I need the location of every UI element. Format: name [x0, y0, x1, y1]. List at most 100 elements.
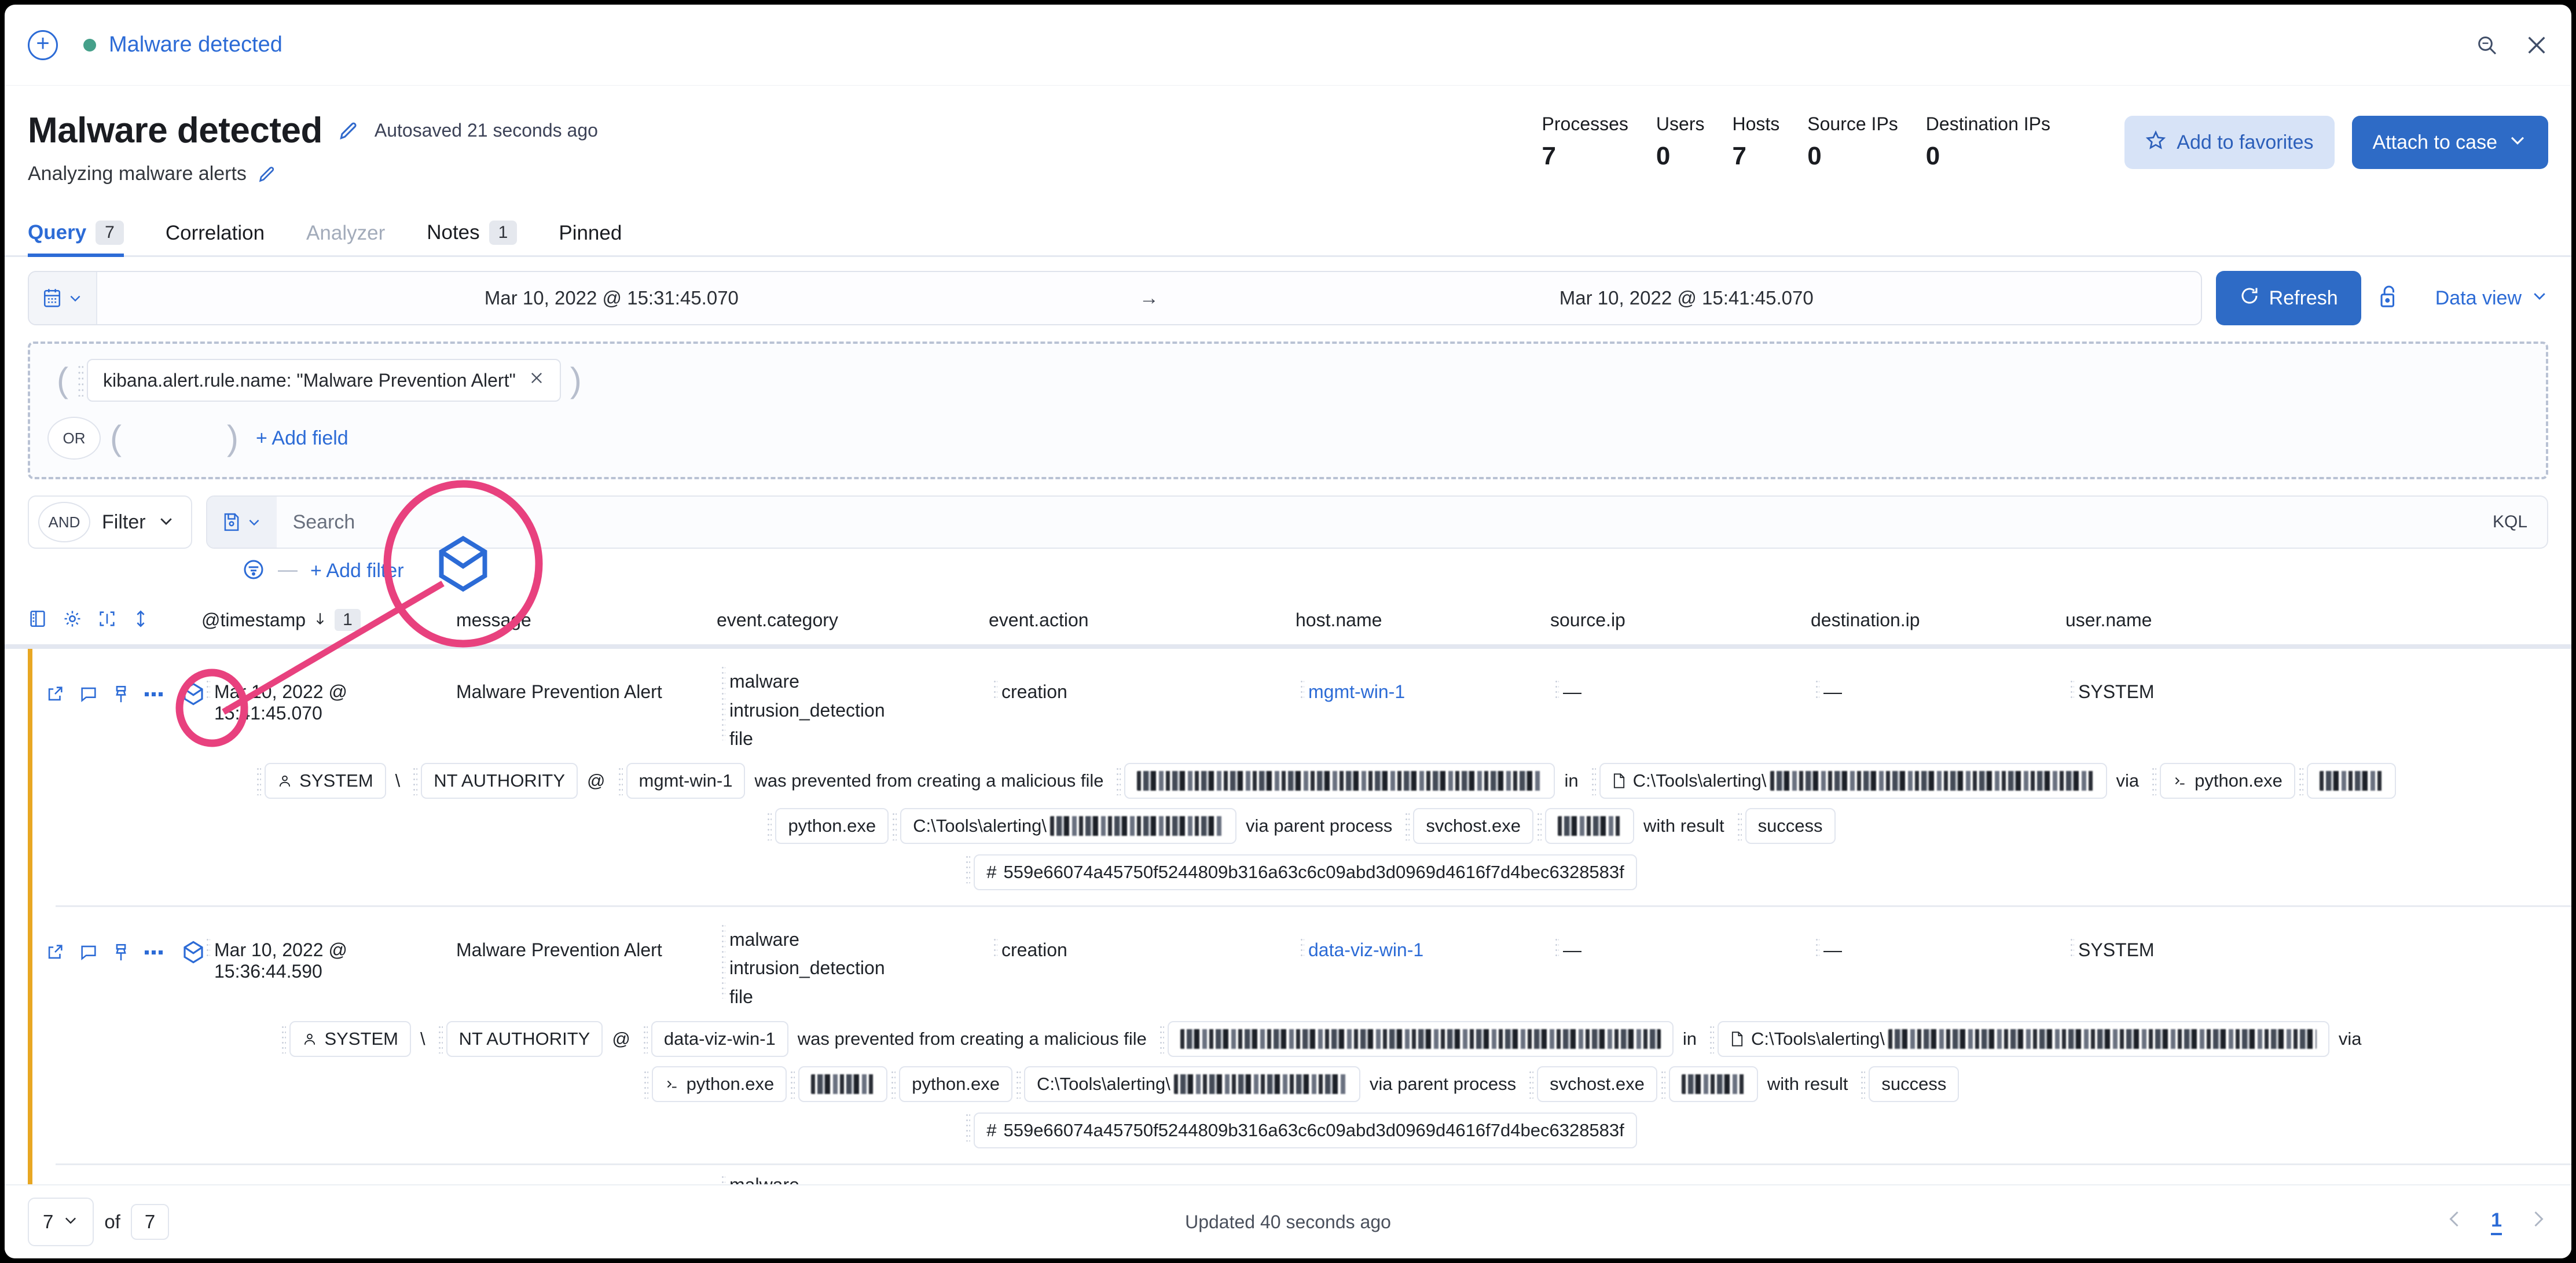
host-link[interactable]: data-viz-win-1 [1308, 939, 1423, 960]
topbar-timeline-name[interactable]: Malware detected [109, 32, 282, 57]
column-header-host-name[interactable]: host.name [1296, 610, 1550, 631]
column-header-event-action[interactable]: event.action [989, 610, 1296, 631]
chip-parent-pid-redacted[interactable] [1668, 1066, 1758, 1102]
kql-label[interactable]: KQL [2473, 512, 2547, 532]
fullscreen-icon[interactable] [97, 609, 117, 632]
chip-user[interactable]: SYSTEM [265, 762, 386, 799]
chip-process[interactable]: python.exe [651, 1066, 787, 1102]
chip-host[interactable]: mgmt-win-1 [626, 762, 746, 799]
drag-handle-icon[interactable] [1405, 811, 1410, 840]
chip-file-hash[interactable]: # 559e66074a45750f5244809b316a63c6c09abd… [974, 1112, 1637, 1148]
date-picker[interactable]: Mar 10, 2022 @ 15:31:45.070 → Mar 10, 20… [28, 271, 2202, 325]
drag-handle-icon[interactable] [1529, 1069, 1534, 1099]
column-header-event-category[interactable]: event.category [717, 610, 989, 631]
tab-analyzer[interactable]: Analyzer [306, 222, 406, 255]
chip-parent-pid-redacted[interactable] [1545, 807, 1635, 844]
attach-to-case-button[interactable]: Attach to case [2351, 116, 2548, 169]
plus-circle-icon[interactable]: + [28, 30, 58, 60]
drag-handle-icon[interactable] [966, 854, 971, 883]
drag-handle-icon[interactable] [1861, 1069, 1866, 1099]
tab-pinned[interactable]: Pinned [559, 222, 643, 255]
drag-handle-icon[interactable] [618, 766, 623, 795]
data-providers-dropzone[interactable]: ( kibana.alert.rule.name: "Malware Preve… [28, 342, 2548, 479]
chip-file-name-redacted[interactable] [1124, 762, 1555, 799]
drag-handle-icon[interactable] [1537, 811, 1542, 840]
chip-domain[interactable]: NT AUTHORITY [421, 762, 578, 799]
expand-icon[interactable] [45, 684, 65, 707]
host-link[interactable]: mgmt-win-1 [1308, 681, 1405, 702]
chip-file-hash[interactable]: # 559e66074a45750f5244809b316a63c6c09abd… [974, 854, 1637, 890]
tab-notes[interactable]: Notes 1 [427, 221, 538, 255]
chip-user[interactable]: SYSTEM [289, 1020, 411, 1057]
columns-icon[interactable] [28, 609, 47, 632]
drag-handle-icon[interactable] [1015, 1069, 1021, 1099]
add-field-button[interactable]: + Add field [256, 427, 348, 450]
filter-dropdown[interactable]: AND Filter [28, 495, 192, 549]
drag-handle-icon[interactable] [1116, 766, 1121, 795]
column-header-user-name[interactable]: user.name [2065, 610, 2548, 631]
search-in-timeline-icon[interactable] [2475, 34, 2498, 57]
chip-process[interactable]: python.exe [2160, 762, 2295, 799]
note-icon[interactable] [79, 684, 98, 707]
drag-handle-icon[interactable] [438, 1024, 443, 1053]
column-header-source-ip[interactable]: source.ip [1550, 610, 1811, 631]
drag-handle-icon[interactable] [1660, 1069, 1665, 1099]
filter-settings-icon[interactable] [242, 558, 265, 584]
unlock-icon[interactable] [2376, 284, 2401, 313]
drag-handle-icon[interactable] [2298, 766, 2303, 795]
drag-handle-icon[interactable] [77, 364, 83, 396]
saved-query-button[interactable] [207, 497, 277, 548]
drag-handle-icon[interactable] [643, 1069, 648, 1099]
calendar-icon[interactable] [29, 272, 97, 324]
chip-pid-redacted[interactable] [798, 1066, 888, 1102]
chip-process-path-redacted[interactable]: C:\Tools\alerting\ [1023, 1066, 1360, 1102]
page-number-1[interactable]: 1 [2491, 1209, 2502, 1235]
search-bar[interactable]: KQL [206, 495, 2548, 549]
chip-process-2[interactable]: python.exe [899, 1066, 1012, 1102]
chevron-right-icon[interactable] [2527, 1207, 2548, 1236]
column-header-timestamp[interactable]: @timestamp 1 [201, 609, 456, 631]
drag-handle-icon[interactable] [891, 1069, 896, 1099]
close-icon[interactable] [2525, 34, 2548, 57]
tab-correlation[interactable]: Correlation [166, 222, 285, 255]
chip-domain[interactable]: NT AUTHORITY [446, 1020, 603, 1057]
column-header-message[interactable]: message [456, 610, 717, 631]
chip-file-path-redacted[interactable]: C:\Tools\alerting\ [1717, 1020, 2329, 1057]
chip-parent-process[interactable]: svchost.exe [1537, 1066, 1657, 1102]
drag-handle-icon[interactable] [2152, 766, 2157, 795]
more-icon[interactable] [144, 948, 166, 960]
drag-handle-icon[interactable] [892, 811, 897, 840]
drag-handle-icon[interactable] [413, 766, 418, 795]
close-icon[interactable] [529, 370, 545, 391]
gear-icon[interactable] [63, 609, 82, 632]
date-end-input[interactable]: Mar 10, 2022 @ 15:41:45.070 [1172, 272, 2201, 324]
chip-process-2[interactable]: python.exe [775, 807, 889, 844]
drag-handle-icon[interactable] [1709, 1024, 1714, 1053]
chip-file-path-redacted[interactable]: C:\Tools\alerting\ [1599, 762, 2107, 799]
refresh-button[interactable]: Refresh [2215, 271, 2361, 325]
drag-handle-icon[interactable] [256, 766, 262, 795]
add-to-favorites-button[interactable]: Add to favorites [2124, 116, 2335, 169]
expand-icon[interactable] [45, 942, 65, 965]
drag-handle-icon[interactable] [1737, 811, 1742, 840]
add-filter-button[interactable]: + Add filter [310, 560, 404, 582]
tab-query[interactable]: Query 7 [28, 221, 145, 257]
column-header-destination-ip[interactable]: destination.ip [1811, 610, 2065, 631]
chip-result[interactable]: success [1745, 807, 1836, 844]
data-view-selector[interactable]: Data view [2435, 287, 2548, 310]
chip-process-path-redacted[interactable]: C:\Tools\alerting\ [900, 807, 1236, 844]
search-input[interactable] [276, 511, 2473, 534]
chip-host[interactable]: data-viz-win-1 [651, 1020, 788, 1057]
chevron-left-icon[interactable] [2445, 1207, 2465, 1236]
drag-handle-icon[interactable] [966, 1112, 971, 1141]
pencil-icon[interactable] [257, 164, 277, 184]
drag-handle-icon[interactable] [767, 811, 772, 840]
rows-per-page-select[interactable]: 7 [28, 1198, 94, 1246]
chip-parent-process[interactable]: svchost.exe [1413, 807, 1534, 844]
data-provider-pill[interactable]: kibana.alert.rule.name: "Malware Prevent… [86, 359, 561, 402]
drag-handle-icon[interactable] [1159, 1024, 1164, 1053]
pencil-icon[interactable] [337, 120, 359, 142]
drag-handle-icon[interactable] [790, 1069, 795, 1099]
chip-pid-redacted[interactable] [2306, 762, 2396, 799]
pin-icon[interactable] [112, 942, 130, 965]
